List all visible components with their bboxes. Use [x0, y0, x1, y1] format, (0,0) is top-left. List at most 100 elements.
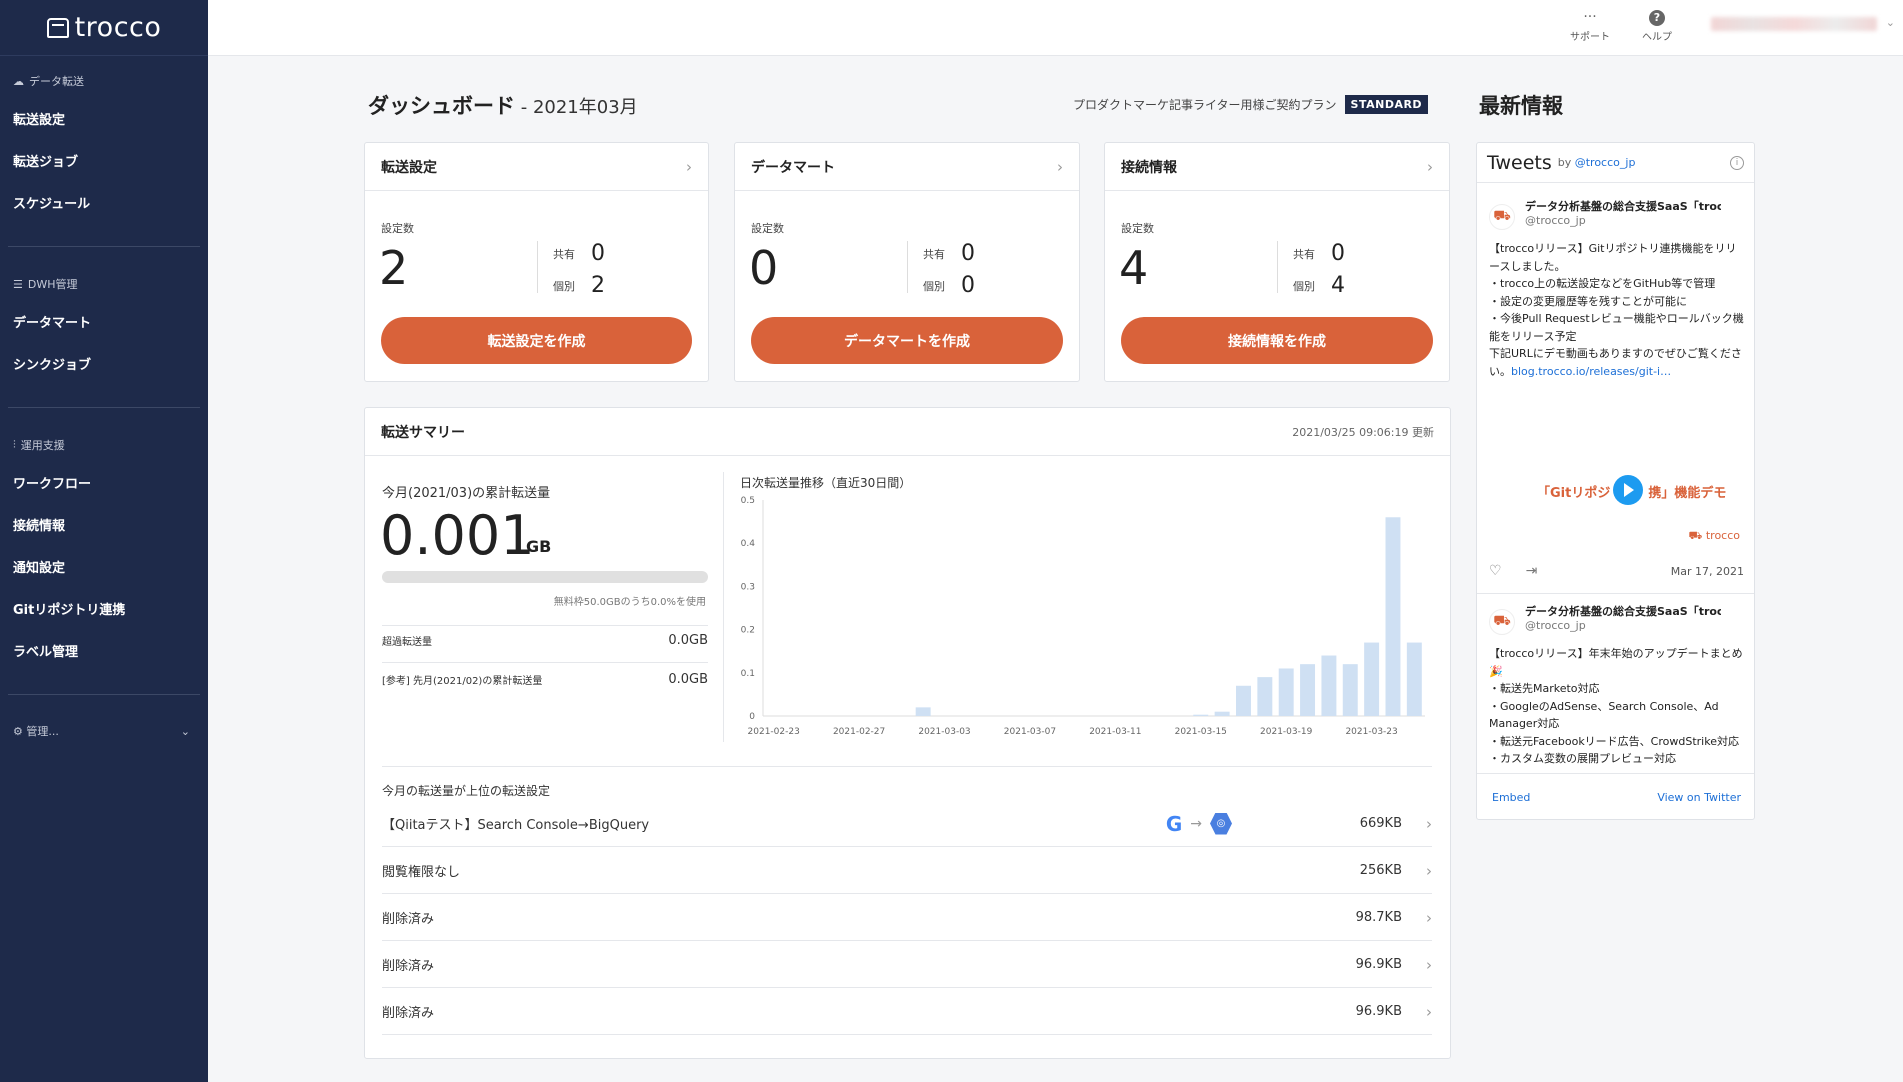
- y-tick-label: 0.1: [741, 669, 755, 679]
- plan-info: プロダクトマーケ記事ライター用様ご契約プラン STANDARD: [1073, 95, 1429, 114]
- chart-bar[interactable]: [1406, 642, 1422, 716]
- table-row[interactable]: 削除済み 96.9KB ›: [382, 942, 1432, 988]
- avatar[interactable]: ⛟: [1489, 204, 1515, 230]
- more-dots-icon: ···: [1583, 9, 1597, 25]
- tweet-date[interactable]: Mar 17, 2021: [1671, 565, 1744, 578]
- chart-bar[interactable]: [1193, 714, 1209, 716]
- help-button[interactable]: ? ヘルプ: [1642, 8, 1672, 43]
- chart-bar[interactable]: [1300, 664, 1316, 716]
- y-tick-label: 0.2: [741, 626, 755, 636]
- sidebar-item-workflow[interactable]: ワークフロー: [0, 464, 208, 506]
- chart-bar[interactable]: [1342, 664, 1358, 716]
- card-header[interactable]: 接続情報 ›: [1105, 143, 1449, 191]
- embed-link[interactable]: Embed: [1492, 791, 1530, 804]
- sidebar-divider: [8, 407, 200, 408]
- chart-bar[interactable]: [1278, 668, 1294, 716]
- daily-transfer-chart: 0 0.1 0.2 0.3 0.4 0.5 2021-02-23 2021-02-27 2021…: [741, 496, 1425, 737]
- heart-icon[interactable]: ♡: [1489, 563, 1502, 579]
- card-datamart: データマート › 設定数 0 共有 0 個別 0 データマートを作成: [734, 142, 1080, 382]
- chevron-right-icon: ›: [1426, 861, 1432, 880]
- share-icon[interactable]: ⇥: [1526, 563, 1538, 579]
- table-row[interactable]: 【Qiitaテスト】Search Console→BigQuery G → ◎ 669K…: [382, 801, 1432, 847]
- setting-count: 2: [379, 241, 409, 295]
- sidebar-item-schedule[interactable]: スケジュール: [0, 184, 208, 226]
- view-on-twitter-link[interactable]: View on Twitter: [1657, 791, 1741, 804]
- chart-bar[interactable]: [1364, 642, 1380, 716]
- monthly-transfer-value: 0.001: [380, 504, 535, 567]
- x-tick-label: 2021-03-11: [1089, 727, 1141, 737]
- section-heading-data-transfer: ☁ データ転送: [13, 74, 84, 89]
- chevron-right-icon: ›: [686, 157, 692, 176]
- card-header[interactable]: データマート ›: [735, 143, 1079, 191]
- gear-icon: ⚙: [13, 725, 27, 738]
- user-menu[interactable]: [1711, 17, 1877, 31]
- usage-progress-bar: [382, 571, 708, 583]
- create-datamart-button[interactable]: データマートを作成: [751, 317, 1063, 364]
- logo[interactable]: trocco: [0, 0, 208, 56]
- x-tick-label: 2021-03-15: [1175, 727, 1227, 737]
- transfer-summary-panel: 転送サマリー 2021/03/25 09:06:19 更新 今月(2021/03…: [364, 407, 1451, 1059]
- chevron-down-icon: ⌄: [180, 724, 190, 738]
- sidebar-item-connections[interactable]: 接続情報: [0, 506, 208, 548]
- y-tick-label: 0: [749, 712, 755, 722]
- sidebar-divider: [8, 246, 200, 247]
- table-row[interactable]: 削除済み 96.9KB ›: [382, 989, 1432, 1035]
- chart-bar[interactable]: [1321, 655, 1337, 716]
- card-transfer-settings: 転送設定 › 設定数 2 共有 0 個別 2 転送設定を作成: [364, 142, 709, 382]
- transfer-size: 98.7KB: [1355, 910, 1402, 925]
- transfer-name: 削除済み: [382, 959, 435, 974]
- x-tick-label: 2021-02-27: [833, 727, 885, 737]
- list-icon: ☰: [13, 277, 23, 291]
- create-connection-button[interactable]: 接続情報を作成: [1121, 317, 1433, 364]
- table-row[interactable]: 閲覧権限なし 256KB ›: [382, 848, 1432, 894]
- chart-bar[interactable]: [915, 707, 931, 716]
- updated-timestamp: 2021/03/25 09:06:19 更新: [1292, 425, 1434, 439]
- support-button[interactable]: ··· サポート: [1570, 8, 1610, 43]
- tweet-item[interactable]: ⛟ データ分析基盤の総合支援SaaS「trocco」 @trocco_jp 【t…: [1477, 603, 1754, 773]
- chart-bar[interactable]: [1385, 517, 1401, 716]
- tweet-item[interactable]: ⛟ データ分析基盤の総合支援SaaS「trocco」 @trocco_jp 【t…: [1477, 198, 1754, 380]
- chart-bar[interactable]: [1236, 685, 1251, 716]
- tweet-video-thumbnail[interactable]: 「Gitリポジ 携」機能デモ ⛟ trocco: [1489, 405, 1744, 555]
- sidebar-divider: [8, 694, 200, 695]
- chevron-down-icon[interactable]: ⌄: [1886, 16, 1895, 29]
- x-tick-label: 2021-03-19: [1260, 727, 1313, 737]
- sidebar-item-notifications[interactable]: 通知設定: [0, 548, 208, 590]
- table-row[interactable]: 削除済み 98.7KB ›: [382, 895, 1432, 941]
- sidebar-item-git-integration[interactable]: Gitリポジトリ連携: [0, 590, 208, 632]
- help-icon: ?: [1649, 10, 1665, 26]
- sidebar-item-sync-jobs[interactable]: シンクジョブ: [0, 345, 208, 387]
- sidebar: trocco ☁ データ転送 転送設定 転送ジョブ スケジュール ☰ DWH管理…: [0, 0, 208, 1082]
- chart-bar[interactable]: [1214, 711, 1230, 716]
- media-brand: ⛟ trocco: [1688, 529, 1741, 542]
- play-icon[interactable]: [1613, 475, 1643, 505]
- sidebar-item-transfer-jobs[interactable]: 転送ジョブ: [0, 142, 208, 184]
- chevron-right-icon: ›: [1426, 908, 1432, 927]
- sidebar-admin-menu[interactable]: ⚙ 管理... ⌄: [0, 719, 208, 743]
- chart-bar[interactable]: [1257, 677, 1273, 716]
- card-header[interactable]: 転送設定 ›: [365, 143, 708, 191]
- setting-count: 4: [1119, 241, 1149, 295]
- sidebar-item-transfer-settings[interactable]: 転送設定: [0, 100, 208, 142]
- transfer-size: 256KB: [1359, 863, 1402, 878]
- y-tick-label: 0.3: [741, 582, 755, 592]
- avatar[interactable]: ⛟: [1489, 609, 1515, 635]
- twitter-timeline-widget: Tweets by @trocco_jp i ⛟ データ分析基盤の総合支援Saa…: [1476, 142, 1755, 820]
- sidebar-item-datamart[interactable]: データマート: [0, 303, 208, 345]
- prev-month-row: [参考] 先月(2021/02)の累計転送量 0.0GB: [382, 672, 708, 687]
- transfer-size: 96.9KB: [1355, 1004, 1402, 1019]
- sliders-icon: ⫶: [13, 438, 16, 451]
- transfer-name: 削除済み: [382, 912, 435, 927]
- create-transfer-setting-button[interactable]: 転送設定を作成: [381, 317, 692, 364]
- setting-count: 0: [749, 241, 779, 295]
- twitter-handle-link[interactable]: @trocco_jp: [1575, 156, 1636, 169]
- chevron-right-icon: ›: [1426, 814, 1432, 833]
- tweet-link[interactable]: blog.trocco.io/releases/git-i…: [1511, 365, 1671, 378]
- trocco-logo-icon: [46, 17, 69, 38]
- bigquery-icon: ◎: [1210, 812, 1232, 835]
- chevron-right-icon: ›: [1426, 1002, 1432, 1021]
- info-icon[interactable]: i: [1730, 155, 1744, 170]
- sidebar-item-labels[interactable]: ラベル管理: [0, 632, 208, 674]
- plan-badge: STANDARD: [1344, 95, 1429, 114]
- top-transfers-heading: 今月の転送量が上位の転送設定: [382, 784, 551, 798]
